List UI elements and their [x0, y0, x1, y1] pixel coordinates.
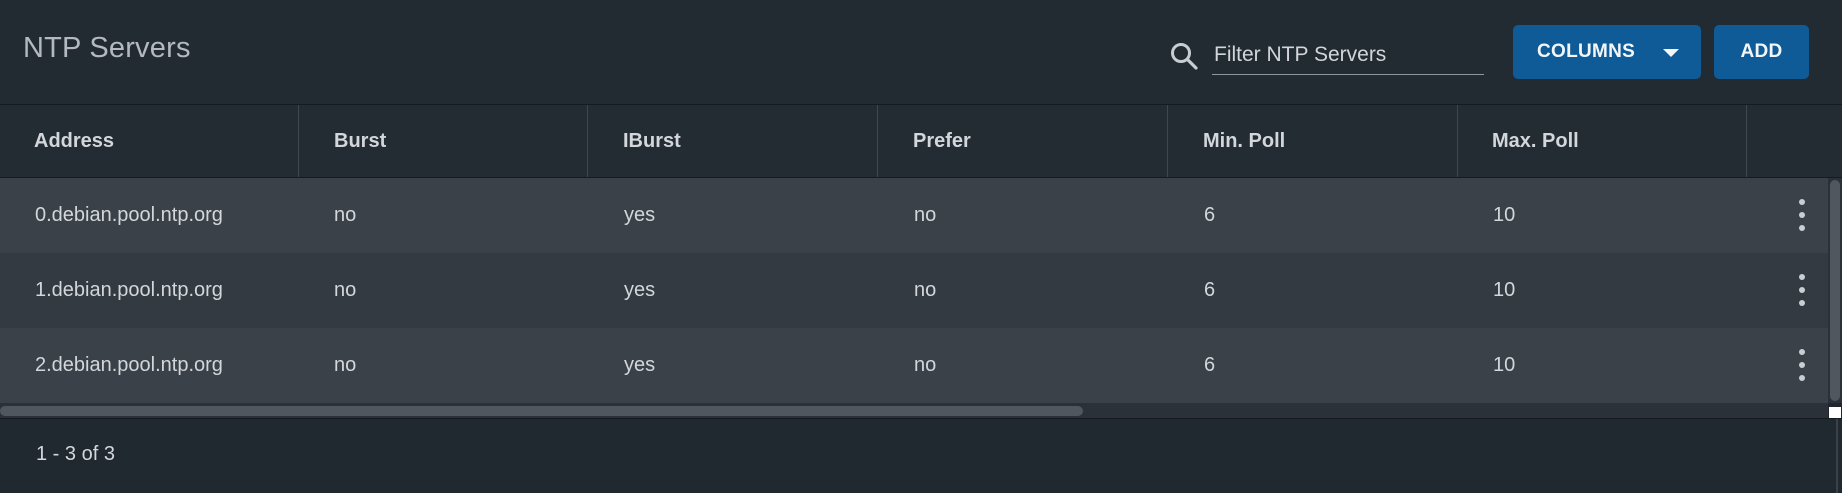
column-divider	[1457, 105, 1458, 177]
cell-max-poll: 10	[1493, 204, 1516, 226]
cell-address: 0.debian.pool.ntp.org	[35, 204, 223, 226]
table-footer: 1 - 3 of 3	[0, 419, 1842, 493]
more-vertical-icon[interactable]	[1796, 349, 1808, 381]
divider	[1836, 419, 1838, 493]
cell-prefer: no	[914, 204, 937, 226]
toolbar: NTP Servers COLUMNS ADD	[0, 0, 1842, 105]
cell-min-poll: 6	[1204, 204, 1216, 226]
cell-prefer: no	[914, 354, 937, 376]
ntp-servers-page: NTP Servers COLUMNS ADD Address Burst IB…	[0, 0, 1842, 493]
column-header-iburst[interactable]: IBurst	[623, 105, 681, 177]
cell-min-poll: 6	[1204, 279, 1216, 301]
columns-button[interactable]: COLUMNS	[1513, 25, 1701, 79]
horizontal-scrollbar-thumb[interactable]	[0, 406, 1083, 416]
column-header-prefer[interactable]: Prefer	[913, 105, 971, 177]
cell-burst: no	[334, 279, 357, 301]
column-header-min-poll[interactable]: Min. Poll	[1203, 105, 1285, 177]
cell-burst: no	[334, 204, 357, 226]
page-title: NTP Servers	[23, 32, 191, 64]
table-row[interactable]: 2.debian.pool.ntp.org no yes no 6 10	[0, 328, 1828, 403]
more-vertical-icon[interactable]	[1796, 274, 1808, 306]
cell-iburst: yes	[624, 354, 656, 376]
column-divider	[1167, 105, 1168, 177]
more-vertical-icon[interactable]	[1796, 199, 1808, 231]
cell-burst: no	[334, 354, 357, 376]
cell-prefer: no	[914, 279, 937, 301]
table-row[interactable]: 0.debian.pool.ntp.org no yes no 6 10	[0, 178, 1828, 253]
pagination-range: 1 - 3 of 3	[36, 443, 115, 465]
cell-max-poll: 10	[1493, 279, 1516, 301]
columns-button-label: COLUMNS	[1537, 41, 1636, 62]
search-icon	[1168, 40, 1200, 72]
column-divider	[877, 105, 878, 177]
cell-iburst: yes	[624, 204, 656, 226]
column-header-max-poll[interactable]: Max. Poll	[1492, 105, 1579, 177]
cell-max-poll: 10	[1493, 354, 1516, 376]
column-divider	[1746, 105, 1747, 177]
column-header-burst[interactable]: Burst	[334, 105, 386, 177]
table-body: 0.debian.pool.ntp.org no yes no 6 10 1.d…	[0, 178, 1842, 403]
chevron-down-icon	[1663, 49, 1679, 57]
column-header-address[interactable]: Address	[34, 105, 114, 177]
filter-search-input[interactable]	[1212, 38, 1484, 75]
vertical-scrollbar-thumb[interactable]	[1830, 180, 1840, 401]
cell-address: 1.debian.pool.ntp.org	[35, 279, 223, 301]
cell-min-poll: 6	[1204, 354, 1216, 376]
column-divider	[298, 105, 299, 177]
cell-iburst: yes	[624, 279, 656, 301]
column-divider	[587, 105, 588, 177]
table-row[interactable]: 1.debian.pool.ntp.org no yes no 6 10	[0, 253, 1828, 328]
add-button[interactable]: ADD	[1714, 25, 1809, 79]
add-button-label: ADD	[1740, 41, 1783, 62]
cell-address: 2.debian.pool.ntp.org	[35, 354, 223, 376]
table-header: Address Burst IBurst Prefer Min. Poll Ma…	[0, 105, 1842, 178]
